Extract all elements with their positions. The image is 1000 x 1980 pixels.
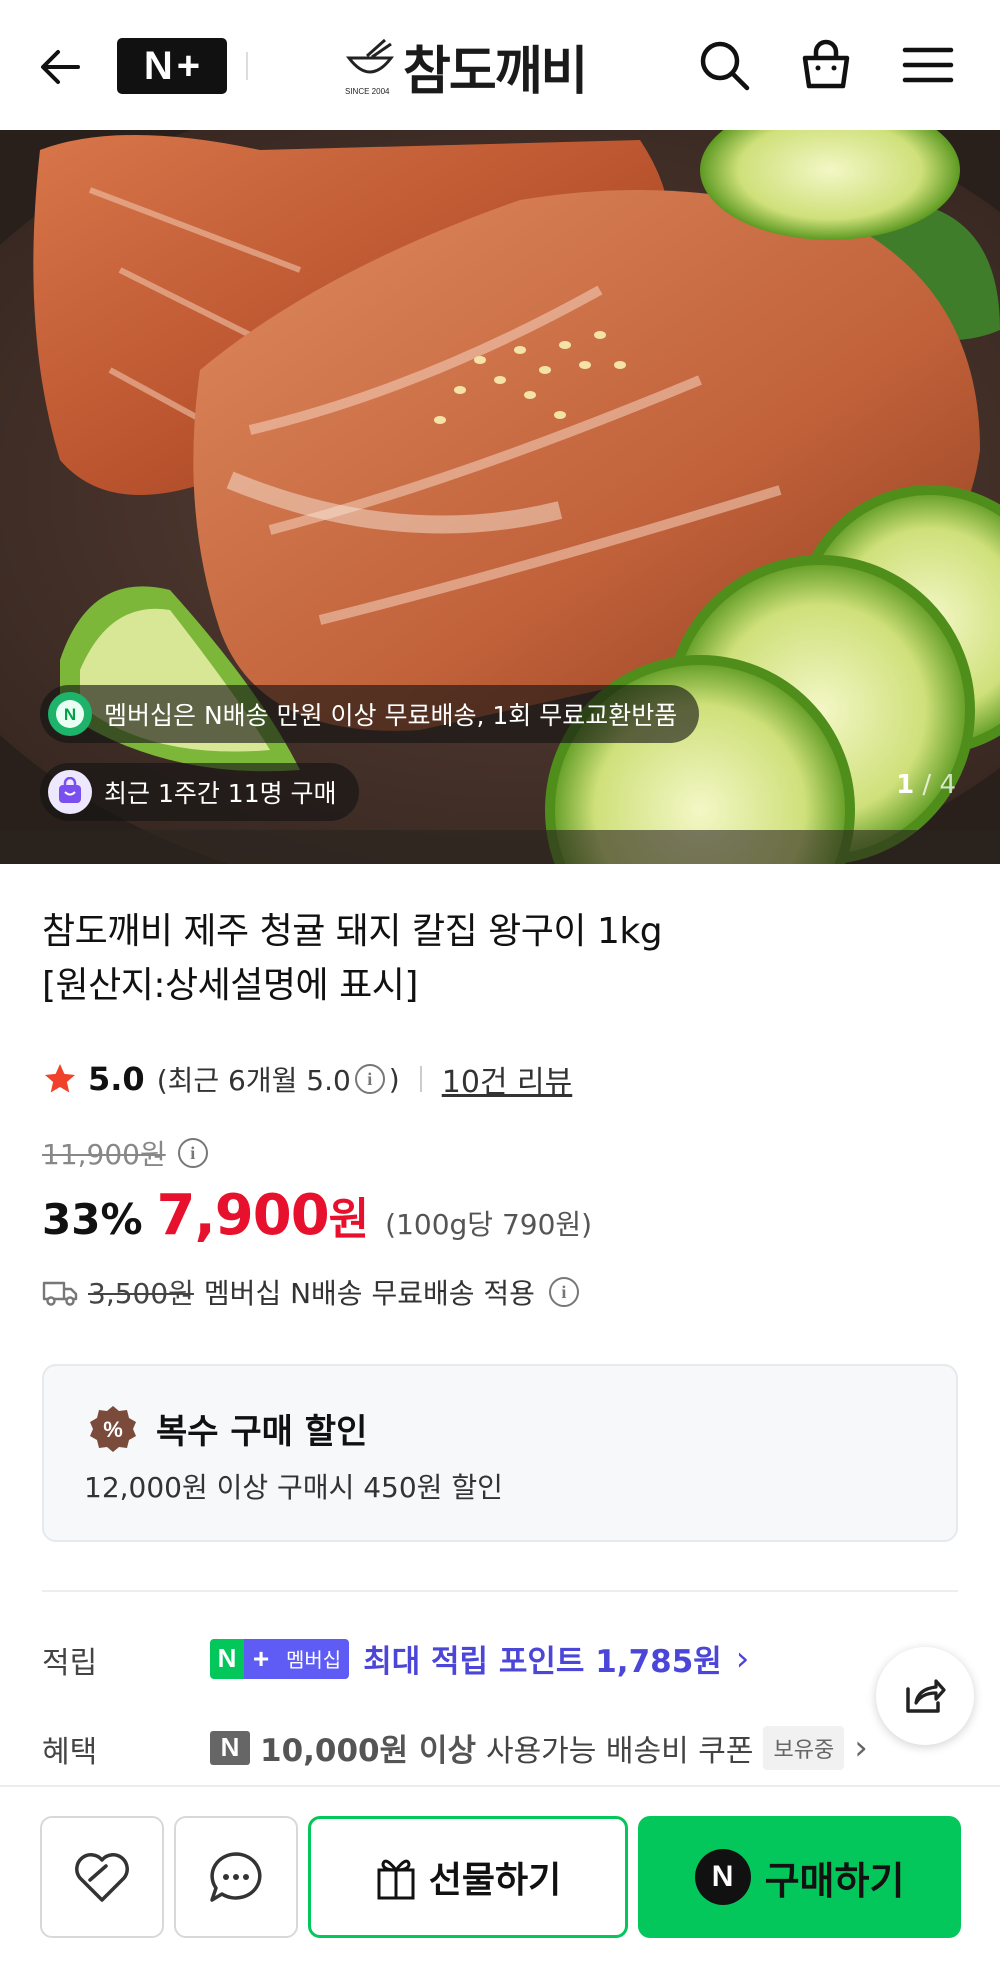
cart-button[interactable]	[794, 33, 858, 97]
shopping-bag-icon	[48, 770, 92, 814]
badge-membership-text: 멤버십	[278, 1638, 350, 1679]
membership-n-icon: N	[48, 692, 92, 736]
recent-rating: (최근 6개월 5.0	[157, 1059, 351, 1099]
bowl-logo-icon: SINCE 2004	[345, 36, 395, 96]
cart-icon	[802, 39, 850, 89]
share-icon	[906, 1679, 946, 1713]
rating-row: 5.0 (최근 6개월 5.0 i ) 10건 리뷰	[42, 1055, 572, 1103]
buy-label: 구매하기	[764, 1858, 905, 1903]
price-info-icon[interactable]: i	[177, 1138, 208, 1168]
membership-badge: N + 멤버십	[210, 1638, 350, 1679]
membership-pill-text: 멤버십은 N배송 만원 이상 무료배송, 1회 무료교환반품	[104, 701, 678, 730]
price-row: 33% 7,900 원 (100g당 790원)	[42, 1183, 592, 1248]
store-name: 참도깨비	[403, 41, 588, 102]
points-label: 적립	[42, 1646, 98, 1681]
store-logo[interactable]: SINCE 2004 참도깨비	[345, 30, 588, 102]
rating-separator	[419, 1066, 422, 1092]
arrow-left-icon	[41, 50, 80, 84]
recent-purchase-pill: 최근 1주간 11명 구매	[40, 763, 359, 821]
bottom-action-bar: 선물하기 N 구매하기	[0, 1785, 1000, 1980]
back-button[interactable]	[30, 37, 90, 97]
recent-rating-label: (최근 6개월 5.0	[156, 1064, 351, 1097]
pager-current: 1	[896, 770, 915, 800]
badge-n: N	[210, 1638, 244, 1679]
heart-icon	[75, 1853, 129, 1902]
header-divider	[246, 52, 248, 80]
share-button[interactable]	[876, 1647, 974, 1745]
coupon-hold-badge: 보유중	[763, 1725, 845, 1770]
naver-n-icon: N	[210, 1730, 250, 1765]
product-title-line2: [원산지:상세설명에 표시]	[42, 965, 418, 1006]
product-title: 참도깨비 제주 청귤 돼지 칼집 왕구이 1kg [원산지:상세설명에 표시]	[42, 905, 942, 1013]
membership-shipping-pill: N 멤버십은 N배송 만원 이상 무료배송, 1회 무료교환반품	[40, 685, 700, 743]
recent-purchase-text: 최근 1주간 11명 구매	[104, 779, 337, 808]
original-price-row: 11,900원 i	[42, 1133, 212, 1173]
top-header: N + SINCE 2004 참도깨비	[0, 0, 1000, 130]
multi-purchase-discount-box: % 복수 구매 할인 12,000원 이상 구매시 450원 할인	[42, 1364, 958, 1542]
discount-badge-icon: %	[90, 1406, 136, 1452]
gift-button[interactable]: 선물하기	[308, 1816, 628, 1938]
chevron-right-icon: ›	[854, 1727, 868, 1768]
svg-text:%: %	[103, 1417, 123, 1442]
logo-since-text: SINCE 2004	[345, 87, 390, 96]
benefit-text: 사용가능 배송비 쿠폰	[485, 1733, 754, 1769]
wishlist-button[interactable]	[40, 1816, 164, 1938]
recent-rating-close: )	[388, 1062, 400, 1096]
naver-plus-membership-logo[interactable]: N +	[117, 38, 227, 94]
original-price: 11,900원	[42, 1138, 166, 1171]
shipping-text: 멤버십 N배송 무료배송 적용	[203, 1277, 535, 1310]
buy-button[interactable]: N 구매하기	[638, 1816, 961, 1938]
gift-icon	[377, 1859, 415, 1900]
chat-bubble-icon	[210, 1852, 262, 1902]
shipping-row: 3,500원 멤버십 N배송 무료배송 적용 i	[42, 1272, 583, 1312]
truck-icon	[42, 1281, 78, 1306]
gift-label: 선물하기	[428, 1860, 562, 1901]
discount-percent: 33%	[42, 1195, 143, 1244]
max-points-text: 최대 적립 포인트 1,785원	[363, 1644, 722, 1680]
sale-price-currency: 원	[328, 1194, 370, 1245]
benefit-label: 혜택	[42, 1735, 98, 1770]
multi-discount-desc: 12,000원 이상 구매시 450원 할인	[84, 1471, 503, 1504]
logo-n-text: N	[143, 43, 173, 88]
review-count-link[interactable]: 10건 리뷰	[442, 1057, 573, 1101]
badge-plus: +	[244, 1638, 278, 1679]
sale-price: 7,900	[156, 1183, 330, 1248]
star-icon	[45, 1064, 75, 1093]
section-divider	[42, 1590, 958, 1592]
image-pager: 1 / 4	[896, 770, 956, 800]
chevron-right-icon: ›	[735, 1638, 750, 1679]
rating-score: 5.0	[88, 1060, 145, 1098]
naver-pay-n-icon: N	[694, 1849, 751, 1905]
points-row[interactable]: N + 멤버십 최대 적립 포인트 1,785원 ›	[210, 1636, 749, 1681]
shipping-info-icon[interactable]: i	[548, 1277, 579, 1307]
product-image-carousel[interactable]: N 멤버십은 N배송 만원 이상 무료배송, 1회 무료교환반품 최근 1주간 …	[0, 130, 1000, 864]
shipping-fee: 3,500원	[88, 1277, 194, 1310]
info-icon[interactable]: i	[354, 1064, 385, 1094]
benefit-threshold: 10,000원 이상	[260, 1733, 476, 1769]
product-title-line1: 참도깨비 제주 청귤 돼지 칼집 왕구이 1kg	[42, 911, 663, 952]
benefit-row[interactable]: N 10,000원 이상 사용가능 배송비 쿠폰 보유중 ›	[210, 1725, 868, 1770]
menu-icon	[902, 47, 954, 83]
menu-button[interactable]	[896, 33, 960, 97]
svg-text:N: N	[64, 705, 76, 724]
search-icon	[700, 41, 750, 91]
pager-total: / 4	[914, 770, 956, 800]
multi-discount-title: 복수 구매 할인	[156, 1412, 368, 1452]
unit-price: (100g당 790원)	[385, 1208, 593, 1241]
logo-plus-text: +	[176, 43, 201, 88]
talk-button[interactable]	[174, 1816, 298, 1938]
product-photo	[0, 130, 1000, 864]
search-button[interactable]	[692, 33, 756, 97]
